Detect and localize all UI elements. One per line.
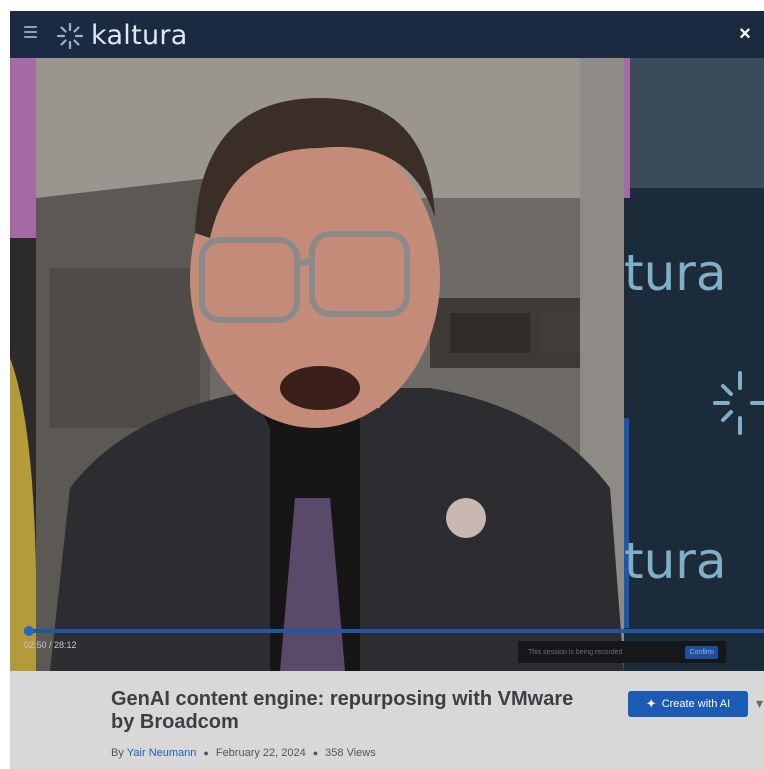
- entry-date: February 22, 2024: [215, 747, 306, 759]
- close-icon: ×: [739, 23, 751, 45]
- video-frame: tura tura: [10, 58, 764, 671]
- kaltura-logo-icon: [56, 22, 84, 49]
- create-with-ai-label: Create with AI: [661, 698, 731, 710]
- top-bar: kaltura ×: [10, 11, 764, 58]
- seek-bar[interactable]: [24, 626, 764, 636]
- by-prefix: By: [111, 747, 124, 759]
- backdrop-text-top: tura: [624, 244, 727, 302]
- chevron-down-icon[interactable]: ▾: [756, 695, 763, 712]
- timecode: 02:50 / 28:12: [24, 640, 77, 650]
- brand-name: kaltura: [91, 20, 188, 51]
- entry-views: 358 Views: [325, 747, 376, 759]
- menu-icon[interactable]: [24, 26, 38, 40]
- close-button[interactable]: ×: [734, 23, 756, 45]
- entry-info-panel: GenAI content engine: repurposing with V…: [10, 671, 764, 769]
- media-modal: kaltura × tura tura 02:50 / 28:12 This s…: [10, 11, 764, 769]
- backdrop-text-bottom: tura: [624, 532, 727, 590]
- sparkle-icon: ✦: [645, 696, 657, 711]
- confirm-button[interactable]: Confirm: [685, 645, 718, 659]
- entry-title: GenAI content engine: repurposing with V…: [111, 688, 574, 733]
- recording-notice: This session is being recorded: [528, 648, 623, 656]
- separator-dot: ●: [203, 748, 209, 758]
- create-with-ai-button[interactable]: ✦ Create with AI: [628, 691, 748, 717]
- recording-banner: This session is being recorded Confirm: [518, 641, 726, 663]
- kaltura-logo: kaltura: [56, 20, 188, 51]
- seek-handle[interactable]: [24, 626, 34, 636]
- video-player[interactable]: tura tura 02:50 / 28:12 This session is …: [10, 58, 764, 671]
- separator-dot: ●: [312, 748, 319, 758]
- author-link[interactable]: Yair Neumann: [127, 747, 197, 759]
- entry-meta: By Yair Neumann ● February 22, 2024 ● 35…: [111, 747, 376, 759]
